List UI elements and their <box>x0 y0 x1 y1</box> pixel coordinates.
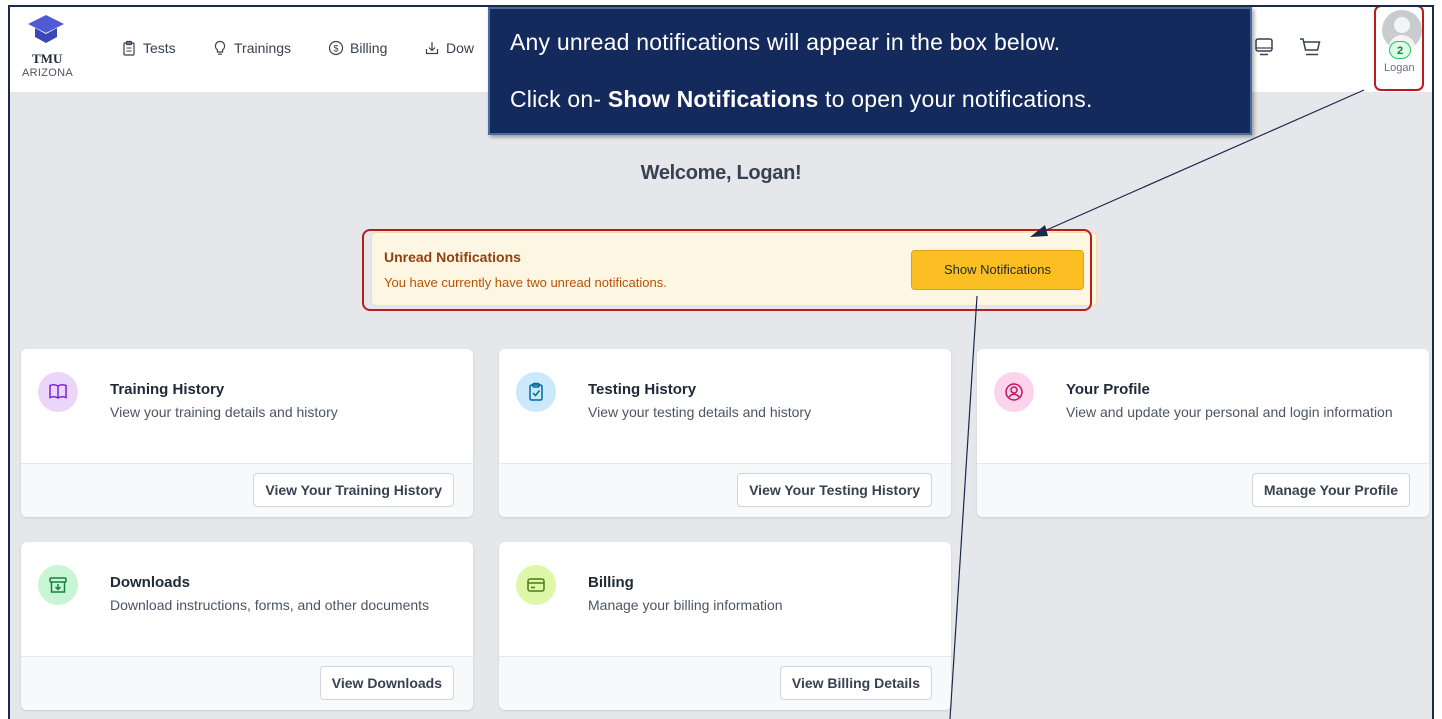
download-icon <box>425 42 439 55</box>
nav-label: Billing <box>350 40 388 56</box>
highlight-box-notifications <box>362 229 1092 311</box>
view-training-history-button[interactable]: View Your Training History <box>253 473 454 507</box>
card-title: Billing <box>588 574 634 591</box>
archive-icon <box>49 577 67 593</box>
nav-label: Dow <box>446 40 475 56</box>
dollar-icon: $ <box>328 40 344 56</box>
card-training-history: Training History View your training deta… <box>21 349 473 517</box>
nav-item-downloads[interactable]: Dow <box>424 40 474 56</box>
nav-label: Tests <box>143 40 176 56</box>
card-description: View your training details and history <box>110 404 338 420</box>
clipboard-icon <box>123 40 135 56</box>
card-footer: View Downloads <box>21 656 473 710</box>
card-title: Testing History <box>588 381 697 398</box>
card-description: View your testing details and history <box>588 404 812 420</box>
highlight-box-avatar <box>1374 7 1424 91</box>
nav-item-tests[interactable]: Tests <box>121 40 176 56</box>
book-icon <box>49 384 67 399</box>
card-footer: View Your Training History <box>21 463 473 517</box>
instruction-callout: Any unread notifications will appear in … <box>488 7 1252 135</box>
card-billing: Billing Manage your billing information … <box>499 542 951 710</box>
app-frame: TMU ARIZONA Tests Trainings $ Billing Do… <box>8 5 1434 719</box>
clipboard-check-icon <box>529 382 543 401</box>
view-downloads-button[interactable]: View Downloads <box>319 666 454 700</box>
graduation-cap-icon <box>28 15 64 43</box>
nav-item-trainings[interactable]: Trainings <box>212 40 291 56</box>
card-icon-circle <box>994 372 1034 412</box>
nav-label: Trainings <box>234 40 292 56</box>
card-testing-history: Testing History View your testing detail… <box>499 349 951 517</box>
card-title: Your Profile <box>1066 381 1150 398</box>
manage-profile-button[interactable]: Manage Your Profile <box>1251 473 1410 507</box>
card-footer: Manage Your Profile <box>977 463 1429 517</box>
view-testing-history-button[interactable]: View Your Testing History <box>737 473 932 507</box>
card-description: View and update your personal and login … <box>1066 404 1393 420</box>
credit-card-icon <box>527 578 545 592</box>
callout-line-2-suffix: to open your notifications. <box>818 86 1093 112</box>
callout-line-2-bold: Show Notifications <box>607 86 819 112</box>
brand-name: TMU <box>32 51 63 66</box>
nav-item-billing[interactable]: $ Billing <box>328 40 387 56</box>
card-title: Downloads <box>110 574 191 591</box>
brand-subtitle: ARIZONA <box>22 67 73 79</box>
card-your-profile: Your Profile View and update your person… <box>977 349 1429 517</box>
card-icon-circle <box>38 372 78 412</box>
svg-text:$: $ <box>333 44 338 54</box>
card-footer: View Billing Details <box>499 656 951 710</box>
user-circle-icon <box>1005 383 1023 401</box>
monitor-icon[interactable] <box>1253 36 1275 58</box>
card-description: Download instructions, forms, and other … <box>110 597 430 613</box>
card-icon-circle <box>516 565 556 605</box>
card-description: Manage your billing information <box>588 597 783 613</box>
card-icon-circle <box>516 372 556 412</box>
welcome-heading: Welcome, Logan! <box>640 162 802 184</box>
cart-icon[interactable] <box>1298 36 1322 58</box>
callout-line-2-prefix: Click on- <box>510 86 608 112</box>
callout-line-1: Any unread notifications will appear in … <box>510 29 1061 55</box>
view-billing-details-button[interactable]: View Billing Details <box>779 666 932 700</box>
card-title: Training History <box>110 381 225 398</box>
card-footer: View Your Testing History <box>499 463 951 517</box>
card-icon-circle <box>38 565 78 605</box>
callout-line-2: Click on- Show Notifications to open you… <box>510 86 1093 113</box>
card-downloads: Downloads Download instructions, forms, … <box>21 542 473 710</box>
lightbulb-icon <box>214 40 226 55</box>
